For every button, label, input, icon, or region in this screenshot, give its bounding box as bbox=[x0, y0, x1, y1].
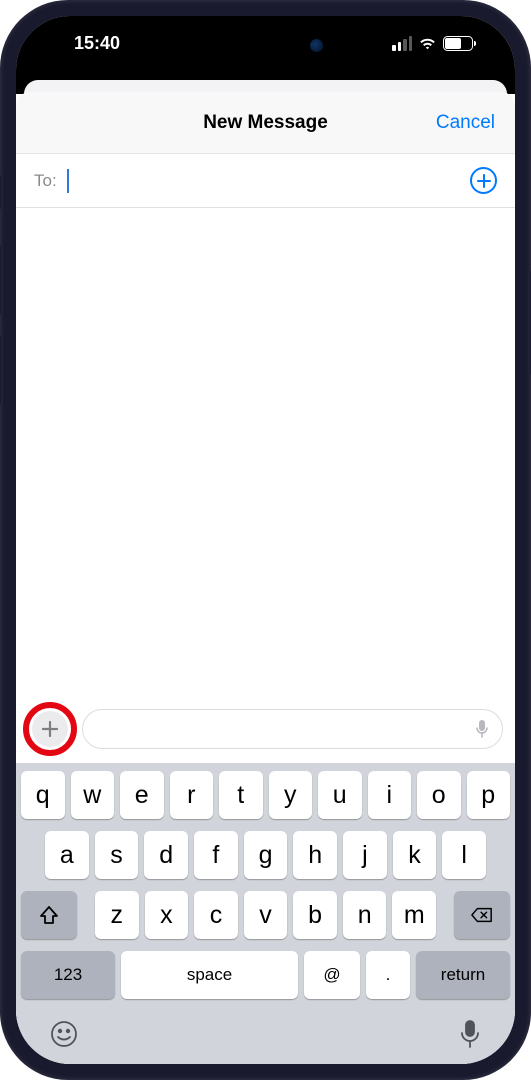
key-x[interactable]: x bbox=[145, 891, 189, 939]
screen: 15:40 61 New Messag bbox=[16, 16, 515, 1064]
key-l[interactable]: l bbox=[442, 831, 486, 879]
key-s[interactable]: s bbox=[95, 831, 139, 879]
to-label: To: bbox=[34, 171, 57, 191]
space-key[interactable]: space bbox=[121, 951, 298, 999]
key-v[interactable]: v bbox=[244, 891, 288, 939]
key-u[interactable]: u bbox=[318, 771, 362, 819]
key-y[interactable]: y bbox=[269, 771, 313, 819]
message-body[interactable] bbox=[16, 208, 515, 697]
key-r[interactable]: r bbox=[170, 771, 214, 819]
key-a[interactable]: a bbox=[45, 831, 89, 879]
annotation-highlight bbox=[23, 702, 77, 756]
wifi-icon bbox=[418, 36, 437, 50]
key-g[interactable]: g bbox=[244, 831, 288, 879]
phone-frame: 15:40 61 New Messag bbox=[0, 0, 531, 1080]
to-field-row[interactable]: To: bbox=[16, 154, 515, 208]
status-bar: 15:40 61 bbox=[16, 16, 515, 70]
key-z[interactable]: z bbox=[95, 891, 139, 939]
key-f[interactable]: f bbox=[194, 831, 238, 879]
compose-bar bbox=[16, 697, 515, 763]
dot-key[interactable]: . bbox=[366, 951, 410, 999]
keyboard: qwertyuiop asdfghjkl zxcvbnm bbox=[16, 763, 515, 1064]
key-o[interactable]: o bbox=[417, 771, 461, 819]
new-message-modal: New Message Cancel To: bbox=[16, 92, 515, 1064]
key-p[interactable]: p bbox=[467, 771, 511, 819]
key-n[interactable]: n bbox=[343, 891, 387, 939]
signal-icon bbox=[392, 36, 412, 51]
page-title: New Message bbox=[203, 112, 328, 134]
nav-bar: New Message Cancel bbox=[16, 92, 515, 154]
key-k[interactable]: k bbox=[393, 831, 437, 879]
key-h[interactable]: h bbox=[293, 831, 337, 879]
key-m[interactable]: m bbox=[392, 891, 436, 939]
dictation-button[interactable] bbox=[458, 1019, 482, 1054]
shift-key[interactable] bbox=[21, 891, 77, 939]
key-i[interactable]: i bbox=[368, 771, 412, 819]
add-contact-button[interactable] bbox=[470, 167, 497, 194]
key-w[interactable]: w bbox=[71, 771, 115, 819]
message-input[interactable] bbox=[82, 709, 503, 749]
key-d[interactable]: d bbox=[144, 831, 188, 879]
status-time: 15:40 bbox=[74, 33, 120, 54]
return-key[interactable]: return bbox=[416, 951, 510, 999]
numbers-key[interactable]: 123 bbox=[21, 951, 115, 999]
emoji-button[interactable] bbox=[49, 1019, 79, 1054]
dictate-icon[interactable] bbox=[474, 719, 490, 739]
text-cursor bbox=[67, 169, 69, 193]
dynamic-island bbox=[201, 28, 331, 63]
key-c[interactable]: c bbox=[194, 891, 238, 939]
key-j[interactable]: j bbox=[343, 831, 387, 879]
backspace-key[interactable] bbox=[454, 891, 510, 939]
key-b[interactable]: b bbox=[293, 891, 337, 939]
battery-icon: 61 bbox=[443, 36, 473, 51]
key-e[interactable]: e bbox=[120, 771, 164, 819]
at-key[interactable]: @ bbox=[304, 951, 360, 999]
key-q[interactable]: q bbox=[21, 771, 65, 819]
key-t[interactable]: t bbox=[219, 771, 263, 819]
cancel-button[interactable]: Cancel bbox=[436, 112, 495, 134]
